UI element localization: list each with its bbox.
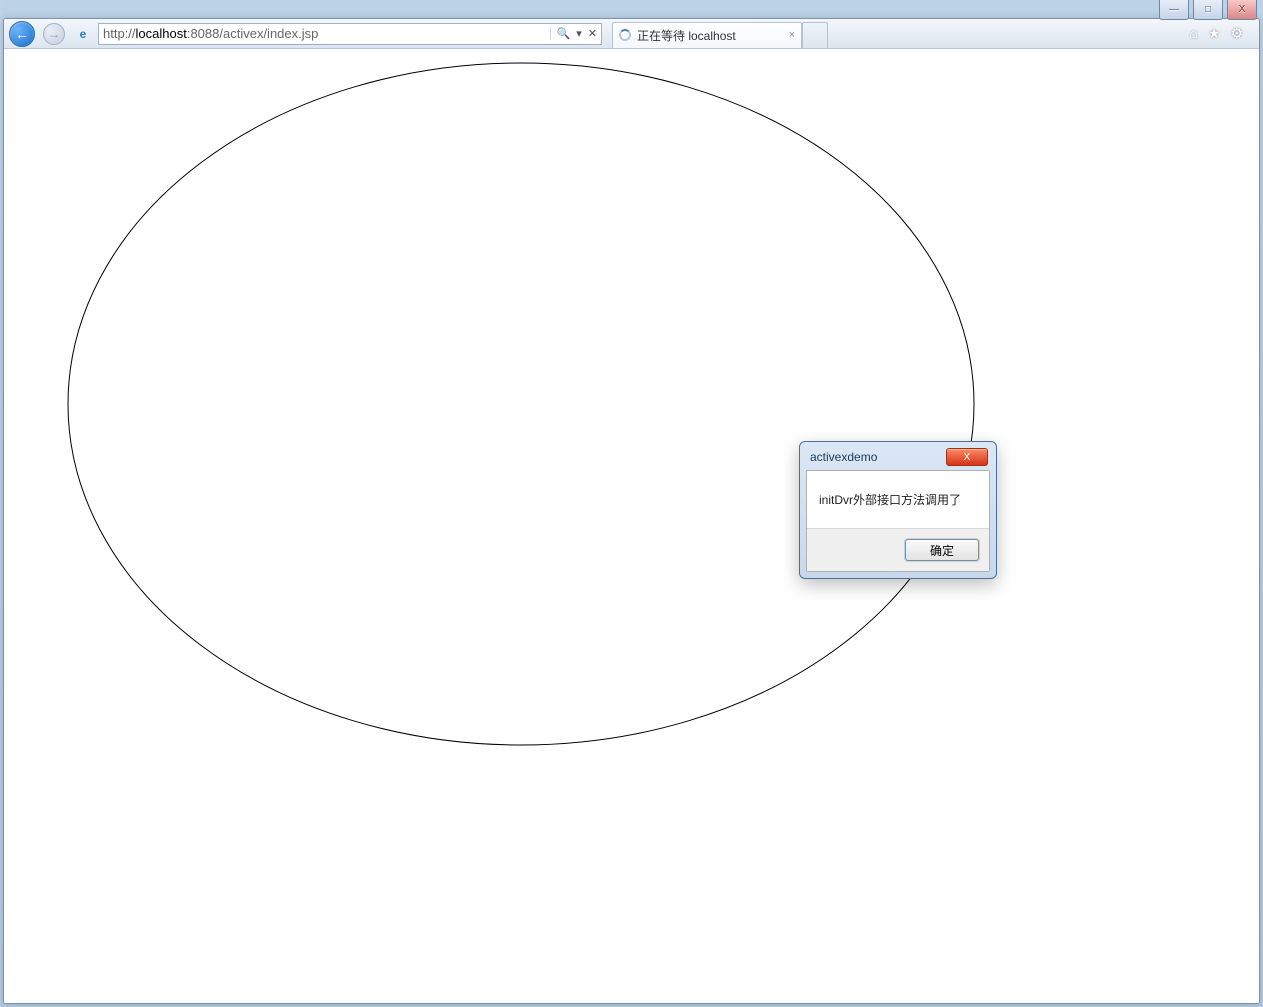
dropdown-icon[interactable]: ▾ bbox=[576, 27, 582, 40]
favorites-icon[interactable]: ★ bbox=[1208, 25, 1221, 42]
url-host: localhost bbox=[136, 26, 187, 41]
tools-gear-icon[interactable]: ⚙ bbox=[1230, 25, 1243, 42]
address-tools: 🔍 ▾ ✕ bbox=[550, 27, 597, 40]
stop-reload-icon[interactable]: ✕ bbox=[588, 27, 597, 40]
tab-close-icon[interactable]: × bbox=[789, 29, 795, 41]
dialog-titlebar: activexdemo X bbox=[806, 448, 990, 470]
minimize-button[interactable]: — bbox=[1159, 0, 1189, 20]
maximize-button[interactable]: □ bbox=[1193, 0, 1223, 20]
browser-window: ← → e http://localhost:8088/activex/inde… bbox=[3, 18, 1260, 1004]
url-scheme: http:// bbox=[103, 26, 136, 41]
address-bar[interactable]: http://localhost:8088/activex/index.jsp … bbox=[98, 23, 602, 45]
search-icon[interactable]: 🔍 bbox=[557, 27, 571, 40]
ok-button[interactable]: 确定 bbox=[905, 539, 979, 561]
tab-active[interactable]: 正在等待 localhost × bbox=[612, 22, 802, 48]
dialog-close-button[interactable]: X bbox=[946, 448, 988, 466]
forward-button[interactable]: → bbox=[40, 22, 68, 46]
back-arrow-icon: ← bbox=[9, 21, 35, 47]
home-icon[interactable]: ⌂ bbox=[1189, 25, 1197, 42]
page-ellipse-shape bbox=[66, 61, 976, 747]
new-tab-button[interactable] bbox=[802, 22, 828, 48]
dialog-title: activexdemo bbox=[810, 450, 877, 464]
os-window-controls: — □ X bbox=[1159, 0, 1257, 20]
tab-strip: 正在等待 localhost × bbox=[612, 20, 828, 48]
dialog-footer: 确定 bbox=[807, 529, 989, 571]
message-dialog: activexdemo X initDvr外部接口方法调用了 确定 bbox=[799, 441, 997, 579]
page-content bbox=[4, 49, 1259, 1003]
browser-right-icons: ⌂ ★ ⚙ bbox=[1189, 25, 1251, 42]
back-button[interactable]: ← bbox=[8, 22, 36, 46]
os-close-button[interactable]: X bbox=[1227, 0, 1257, 20]
ie-logo-icon: e bbox=[74, 25, 92, 43]
forward-arrow-icon: → bbox=[43, 23, 65, 45]
url-path: :8088/activex/index.jsp bbox=[187, 26, 319, 41]
dialog-message: initDvr外部接口方法调用了 bbox=[807, 471, 989, 529]
navigation-bar: ← → e http://localhost:8088/activex/inde… bbox=[4, 19, 1259, 49]
dialog-body: initDvr外部接口方法调用了 确定 bbox=[806, 470, 990, 572]
loading-spinner-icon bbox=[619, 29, 631, 41]
tab-title: 正在等待 localhost bbox=[637, 27, 736, 44]
